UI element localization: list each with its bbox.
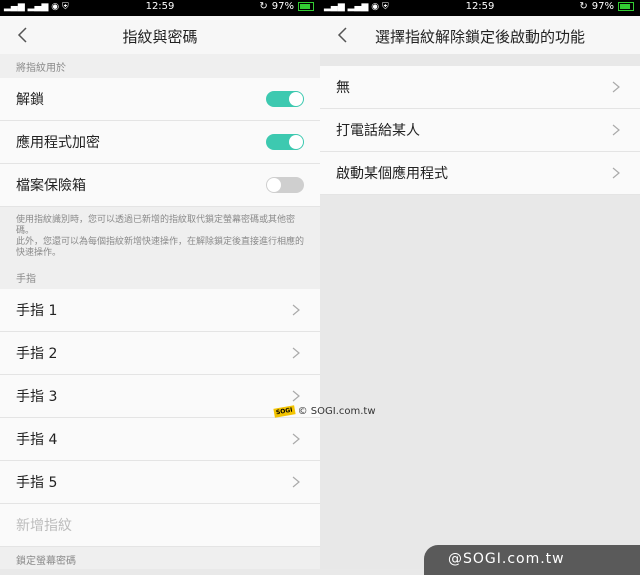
toggle-knob [267,178,281,192]
finger-label: 手指 3 [16,389,58,405]
battery-icon [298,2,314,11]
status-bar: ▂▄▆ ▂▄▆ ◉ ⛨ 12:59 ↻ 97% [0,0,320,16]
page-title: 指紋與密碼 [122,28,198,46]
section-label-lock: 鎖定螢幕密碼 [16,556,76,567]
toggle-switch[interactable] [266,177,304,193]
sync-icon: ↻ [259,1,268,12]
app-bar: 指紋與密碼 [0,16,320,54]
finger-list: 手指 1 手指 2 手指 3 手指 4 手指 5 [0,289,320,504]
chevron-right-icon [612,124,620,136]
option-list: 無打電話給某人啟動某個應用程式 [320,66,640,195]
finger-label: 手指 5 [16,475,58,491]
sync-icon-right: ↻ [579,1,588,12]
battery-percent-right: 97% [591,1,614,12]
watermark-large: @SOGI.com.tw [424,545,640,575]
status-bar-right: ▂▄▆ ▂▄▆ ◉ ⛨ 12:59 ↻ 97% [320,0,640,16]
add-fingerprint-button[interactable]: 新增指紋 [0,504,320,547]
finger-label: 手指 1 [16,303,58,319]
chevron-right-icon [612,167,620,179]
description-text-2: 此外，您還可以為每個指紋新增快速操作，在解除鎖定後直接進行相應的快速操作。 [16,237,305,258]
app-bar-right: 選擇指紋解除鎖定後啟動的功能 [320,16,640,54]
option-label: 啟動某個應用程式 [336,166,448,182]
unlock-option[interactable]: 啟動某個應用程式 [320,152,640,195]
watermark-small: SOGI © SOGI.com.tw [273,405,376,418]
option-label: 打電話給某人 [336,123,420,139]
chevron-right-icon [612,81,620,93]
chevron-right-icon [292,390,300,402]
fingerprint-description: 使用指紋識別時，您可以透過已新增的指紋取代鎖定螢幕密碼或其他密碼。 此外，您還可… [0,207,320,265]
toggle-list: 解鎖應用程式加密 檔案保險箱 [0,78,320,207]
unlock-option[interactable]: 無 [320,66,640,109]
toggle-label: 解鎖 [16,92,44,108]
unlock-option[interactable]: 打電話給某人 [320,109,640,152]
section-label-fingers: 手指 [16,274,36,285]
toggle-row[interactable]: 應用程式加密 [0,121,320,164]
battery-percent: 97% [271,1,294,12]
page-title-right: 選擇指紋解除鎖定後啟動的功能 [374,28,585,46]
toggle-label: 檔案保險箱 [16,178,86,194]
description-text-1: 使用指紋識別時，您可以透過已新增的指紋取代鎖定螢幕密碼或其他密碼。 [16,215,296,236]
finger-item[interactable]: 手指 2 [0,332,320,375]
toggle-knob [289,135,303,149]
finger-item[interactable]: 手指 5 [0,461,320,504]
toggle-row[interactable]: 解鎖 [0,78,320,121]
toggle-label: 應用程式加密 [16,135,100,151]
battery-icon-right [618,2,634,11]
finger-label: 手指 2 [16,346,58,362]
finger-item[interactable]: 手指 4 [0,418,320,461]
chevron-right-icon [292,433,300,445]
watermark-small-text: © SOGI.com.tw [297,406,376,417]
section-label-use: 將指紋用於 [16,63,66,74]
chevron-right-icon [292,347,300,359]
sogi-logo: SOGI [273,405,296,418]
fingerprint-settings-panel: ▂▄▆ ▂▄▆ ◉ ⛨ 12:59 ↻ 97% 指紋與密碼 將指紋用於 解鎖應用… [0,0,320,569]
toggle-switch[interactable] [266,134,304,150]
chevron-right-icon [292,476,300,488]
chevron-right-icon [292,304,300,316]
unlock-action-panel: ▂▄▆ ▂▄▆ ◉ ⛨ 12:59 ↻ 97% 選擇指紋解除鎖定後啟動的功能 無… [320,0,640,569]
finger-item[interactable]: 手指 1 [0,289,320,332]
add-fingerprint-label: 新增指紋 [16,518,72,534]
toggle-knob [289,92,303,106]
finger-item[interactable]: 手指 3 [0,375,320,418]
toggle-row[interactable]: 檔案保險箱 [0,164,320,207]
finger-label: 手指 4 [16,432,58,448]
option-label: 無 [336,80,350,96]
toggle-switch[interactable] [266,91,304,107]
